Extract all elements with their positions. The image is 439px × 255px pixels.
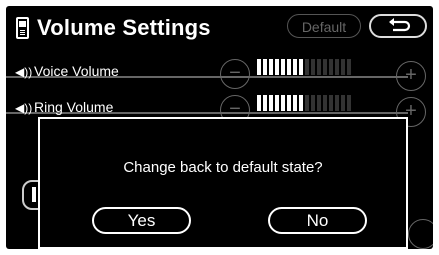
volume-level-segment	[287, 95, 291, 111]
volume-level-segment	[269, 59, 273, 75]
volume-level-segment	[347, 95, 351, 111]
confirm-dialog: Change back to default state? Yes No	[38, 117, 408, 249]
volume-level-segment	[323, 59, 327, 75]
dialog-message: Change back to default state?	[123, 159, 323, 176]
volume-level-segment	[347, 59, 351, 75]
volume-level-segment	[299, 95, 303, 111]
volume-level-segment	[287, 59, 291, 75]
volume-level-segment	[335, 59, 339, 75]
volume-level-segment	[335, 95, 339, 111]
back-button[interactable]	[369, 14, 427, 38]
speaker-icon: ◀))	[15, 65, 33, 79]
voice-volume-level-bar	[257, 59, 382, 75]
volume-level-segment	[323, 95, 327, 111]
voice-volume-plus-button[interactable]: +	[396, 61, 426, 91]
volume-level-segment	[263, 59, 267, 75]
volume-level-segment	[329, 59, 333, 75]
volume-level-segment	[263, 95, 267, 111]
volume-level-segment	[341, 95, 345, 111]
volume-level-segment	[281, 95, 285, 111]
volume-level-segment	[311, 95, 315, 111]
volume-level-segment	[305, 59, 309, 75]
volume-level-segment	[317, 59, 321, 75]
yes-button[interactable]: Yes	[92, 207, 191, 234]
volume-level-segment	[293, 95, 297, 111]
volume-level-segment	[257, 59, 261, 75]
volume-level-segment	[329, 95, 333, 111]
volume-level-segment	[257, 95, 261, 111]
volume-level-segment	[281, 59, 285, 75]
volume-level-segment	[269, 95, 273, 111]
volume-level-segment	[299, 59, 303, 75]
volume-level-segment	[305, 95, 309, 111]
volume-level-segment	[341, 59, 345, 75]
ring-volume-level-bar	[257, 95, 382, 111]
volume-level-segment	[311, 59, 315, 75]
volume-level-segment	[293, 59, 297, 75]
volume-level-segment	[275, 59, 279, 75]
voice-volume-label: Voice Volume	[34, 63, 119, 79]
default-button[interactable]: Default	[287, 14, 361, 38]
page-title: Volume Settings	[37, 15, 211, 40]
volume-level-segment	[317, 95, 321, 111]
lower-right-button[interactable]	[408, 219, 433, 249]
voice-volume-minus-button[interactable]: −	[220, 59, 250, 89]
ring-volume-label: Ring Volume	[34, 99, 114, 115]
phone-icon	[16, 17, 29, 39]
back-arrow-icon	[389, 18, 411, 32]
volume-settings-screen: Volume Settings Default ◀)) Voice Volume…	[6, 6, 433, 249]
speaker-icon: ◀))	[15, 101, 33, 115]
volume-level-segment	[275, 95, 279, 111]
no-button[interactable]: No	[268, 207, 367, 234]
